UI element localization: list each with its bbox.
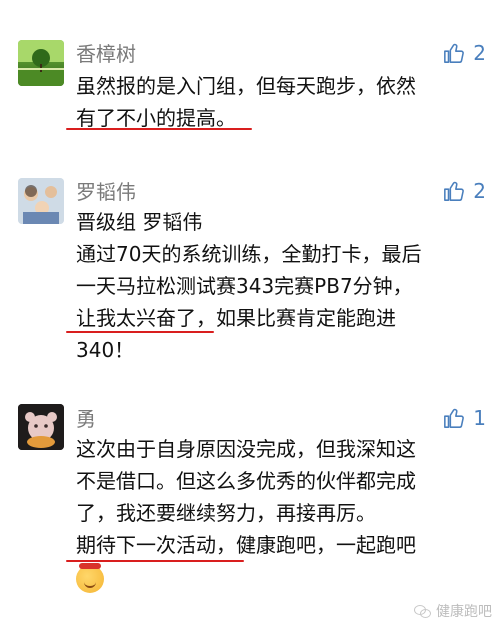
avatar[interactable] [18,40,64,86]
like-button[interactable]: 2 [443,179,486,203]
comment-line: 通过70天的系统训练，全勤打卡，最后 [76,242,422,266]
comment-text: 虽然报的是入门组，但每天跑步，依然 有了不小的提高。 [76,70,488,134]
avatar[interactable] [18,404,64,450]
comment-line: 一天马拉松测试赛343完赛PB7分钟， [76,274,413,298]
comment-line: 让我太兴奋了，如果比赛肯定能跑进 [76,306,396,330]
highlight-underline [66,331,214,333]
family-photo-icon [18,178,64,224]
avatar[interactable] [18,178,64,224]
comment-line: 晋级组 罗韬伟 [76,210,203,234]
watermark: 健康跑吧 [414,601,492,621]
comment-text: 晋级组 罗韬伟 通过70天的系统训练，全勤打卡，最后 一天马拉松测试赛343完赛… [76,206,488,366]
watermark-text: 健康跑吧 [436,604,492,620]
thumbs-up-icon [444,43,465,63]
like-button[interactable]: 2 [443,41,486,65]
comment-line: 了，我还要继续努力，再接再厉。 [76,501,376,525]
thumbs-up-icon [444,408,465,428]
comment-line: 虽然报的是入门组，但每天跑步，依然 [76,74,416,98]
like-button[interactable]: 1 [443,406,486,430]
teddy-bear-icon [18,404,64,450]
like-count: 2 [473,179,486,203]
thumbs-up-icon [444,181,465,201]
wechat-icon [414,604,431,618]
comment-text: 这次由于自身原因没完成，但我深知这 不是借口。但这么多优秀的伙伴都完成 了，我还… [76,433,488,593]
highlight-underline [66,560,244,562]
like-count: 2 [473,41,486,65]
highlight-underline [66,128,252,130]
tree-icon [18,40,64,86]
commenter-name: 勇 [76,407,96,431]
emoji-icon [76,562,104,593]
comment-line [76,561,488,593]
commenter-name: 罗韬伟 [76,180,136,204]
comment-line: 这次由于自身原因没完成，但我深知这 [76,437,416,461]
comment-line: 期待下一次活动，健康跑吧，一起跑吧 [76,533,416,557]
comment-line: 不是借口。但这么多优秀的伙伴都完成 [76,469,416,493]
comment-line: 340！ [76,338,135,362]
like-count: 1 [473,406,486,430]
commenter-name: 香樟树 [76,42,136,66]
